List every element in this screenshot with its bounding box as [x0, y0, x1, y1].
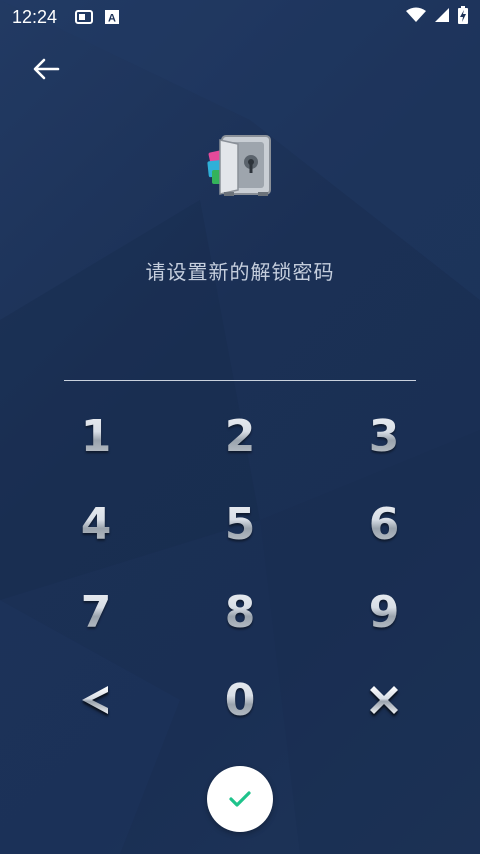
backspace-button[interactable] [24, 656, 168, 744]
keyboard-a-icon: A [105, 9, 120, 25]
status-right-icons [406, 6, 468, 28]
key-1[interactable]: 1 [24, 392, 168, 480]
pin-input[interactable] [64, 340, 416, 381]
battery-charging-icon [458, 6, 468, 28]
status-bar: 12:24 A [0, 0, 480, 34]
key-2[interactable]: 2 [168, 392, 312, 480]
key-9[interactable]: 9 [312, 568, 456, 656]
app-lock-safe-icon [204, 130, 276, 202]
svg-text:A: A [108, 13, 116, 25]
signal-icon [434, 7, 450, 27]
screenshot-icon [75, 9, 94, 25]
confirm-button[interactable] [207, 766, 273, 832]
number-keypad: 1 2 3 4 5 6 7 8 9 0 [24, 392, 456, 744]
close-icon [370, 686, 398, 714]
set-password-prompt: 请设置新的解锁密码 [145, 260, 335, 284]
chevron-left-icon [82, 686, 108, 714]
key-8[interactable]: 8 [168, 568, 312, 656]
back-button[interactable] [28, 54, 64, 84]
wifi-icon [406, 7, 426, 27]
key-6[interactable]: 6 [312, 480, 456, 568]
status-time: 12:24 [12, 6, 58, 27]
key-3[interactable]: 3 [312, 392, 456, 480]
key-5[interactable]: 5 [168, 480, 312, 568]
key-4[interactable]: 4 [24, 480, 168, 568]
key-7[interactable]: 7 [24, 568, 168, 656]
key-0[interactable]: 0 [168, 656, 312, 744]
clear-button[interactable] [312, 656, 456, 744]
check-icon [229, 791, 251, 807]
arrow-left-icon [33, 58, 60, 80]
